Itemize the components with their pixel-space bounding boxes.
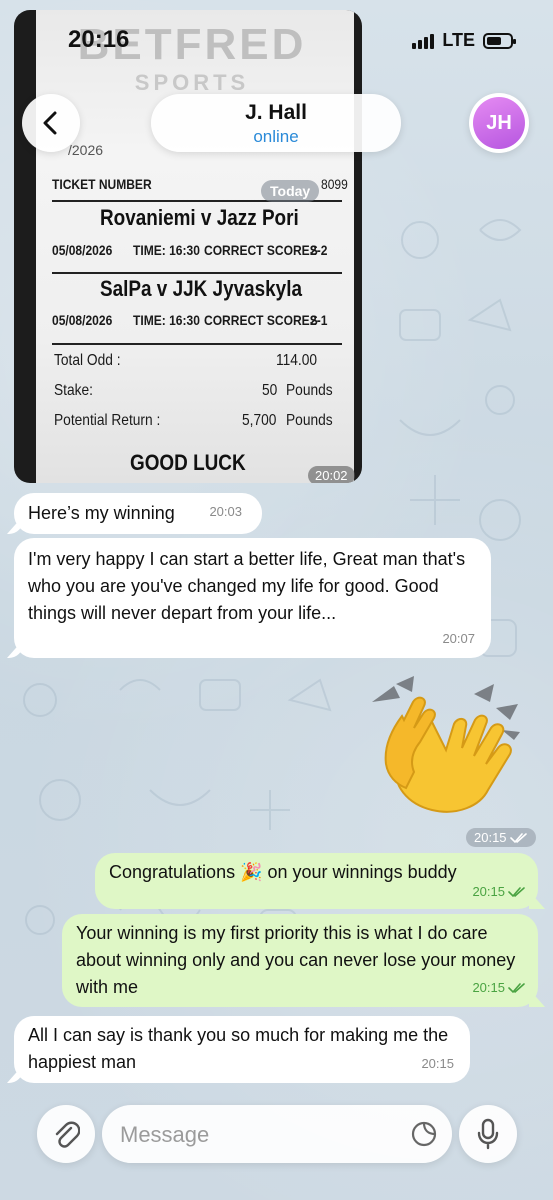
status-bar: 20:16 LTE bbox=[0, 0, 553, 84]
chat-title[interactable]: J. Hall online bbox=[151, 94, 401, 152]
message-time-text: 20:15 bbox=[472, 980, 505, 995]
message-time: 20:02 bbox=[308, 466, 355, 483]
paperclip-icon bbox=[55, 1121, 80, 1148]
stake-label: Stake: bbox=[54, 382, 94, 399]
date-badge: Today bbox=[261, 180, 320, 202]
chevron-left-icon bbox=[43, 111, 57, 135]
incoming-message[interactable]: I'm very happy I can start a better life… bbox=[14, 538, 491, 658]
match-2-teams: SalPa v JJK Jyvaskyla bbox=[100, 276, 302, 301]
match-2-time: TIME: 16:30 bbox=[133, 312, 200, 328]
match-2-market: CORRECT SCORES bbox=[204, 312, 318, 328]
return-value: 5,700 bbox=[242, 412, 277, 429]
message-time: 20:07 bbox=[442, 631, 475, 646]
match-1-date: 05/08/2026 bbox=[52, 242, 113, 258]
microphone-button[interactable] bbox=[459, 1105, 517, 1163]
outgoing-message[interactable]: Your winning is my first priority this i… bbox=[62, 914, 538, 1007]
incoming-message[interactable]: Here’s my winning 20:03 bbox=[14, 493, 262, 534]
ticket-number-label: TICKET NUMBER bbox=[52, 176, 152, 192]
message-time-text: 20:15 bbox=[472, 884, 505, 899]
home-indicator bbox=[0, 1184, 553, 1200]
double-check-icon bbox=[509, 832, 527, 843]
return-unit: Pounds bbox=[286, 412, 333, 429]
match-1-pick: 2-2 bbox=[310, 242, 328, 258]
match-2-pick: 2-1 bbox=[310, 312, 328, 328]
microphone-icon bbox=[477, 1118, 499, 1150]
double-check-icon bbox=[508, 886, 525, 897]
ticket-date-top: /2026 bbox=[68, 142, 104, 158]
message-time: 20:15 bbox=[472, 878, 526, 905]
total-odd-label: Total Odd : bbox=[54, 352, 121, 369]
stake-value: 50 bbox=[262, 382, 278, 399]
message-time: 20:15 bbox=[421, 1056, 454, 1071]
message-text: All I can say is thank you so much for m… bbox=[28, 1025, 449, 1072]
message-text: Congratulations 🎉 on your winnings buddy bbox=[109, 862, 457, 882]
attach-button[interactable] bbox=[37, 1105, 95, 1163]
ticket-footer: GOOD LUCK bbox=[130, 450, 246, 475]
sticker-icon bbox=[411, 1121, 437, 1147]
message-input-container bbox=[102, 1105, 452, 1165]
stake-unit: Pounds bbox=[286, 382, 333, 399]
outgoing-message[interactable]: Congratulations 🎉 on your winnings buddy… bbox=[95, 853, 538, 909]
contact-status: online bbox=[253, 127, 299, 146]
contact-name: J. Hall bbox=[245, 101, 307, 124]
message-time: 20:03 bbox=[209, 504, 242, 519]
match-1-time: TIME: 16:30 bbox=[133, 242, 200, 258]
message-time: 20:15 bbox=[466, 828, 536, 847]
clapping-hands-icon bbox=[372, 676, 520, 813]
match-1-teams: Rovaniemi v Jazz Pori bbox=[100, 205, 299, 230]
message-text: I'm very happy I can start a better life… bbox=[28, 549, 466, 623]
message-time: 20:15 bbox=[472, 974, 526, 1001]
avatar[interactable]: JH bbox=[469, 93, 529, 153]
status-time: 20:16 bbox=[68, 26, 130, 53]
status-indicators: LTE bbox=[412, 30, 516, 51]
avatar-initials: JH bbox=[473, 97, 525, 149]
ticket-divider bbox=[52, 343, 342, 345]
message-input[interactable] bbox=[118, 1105, 392, 1165]
clapping-hands-emoji[interactable] bbox=[362, 672, 532, 822]
total-odd-value: 114.00 bbox=[276, 352, 318, 369]
battery-icon bbox=[483, 32, 516, 49]
return-label: Potential Return : bbox=[54, 412, 161, 429]
ticket-number-suffix: 8099 bbox=[321, 176, 348, 192]
back-button[interactable] bbox=[22, 94, 80, 152]
match-1-market: CORRECT SCORES bbox=[204, 242, 318, 258]
double-check-icon bbox=[508, 982, 525, 993]
signal-icon bbox=[412, 33, 435, 49]
incoming-message[interactable]: All I can say is thank you so much for m… bbox=[14, 1016, 470, 1083]
message-time-text: 20:15 bbox=[474, 830, 507, 845]
sticker-button[interactable] bbox=[408, 1118, 440, 1150]
network-label: LTE bbox=[442, 30, 475, 50]
match-2-date: 05/08/2026 bbox=[52, 312, 113, 328]
ticket-divider bbox=[52, 272, 342, 274]
message-text: Your winning is my first priority this i… bbox=[76, 923, 516, 997]
message-text: Here’s my winning bbox=[28, 503, 175, 523]
